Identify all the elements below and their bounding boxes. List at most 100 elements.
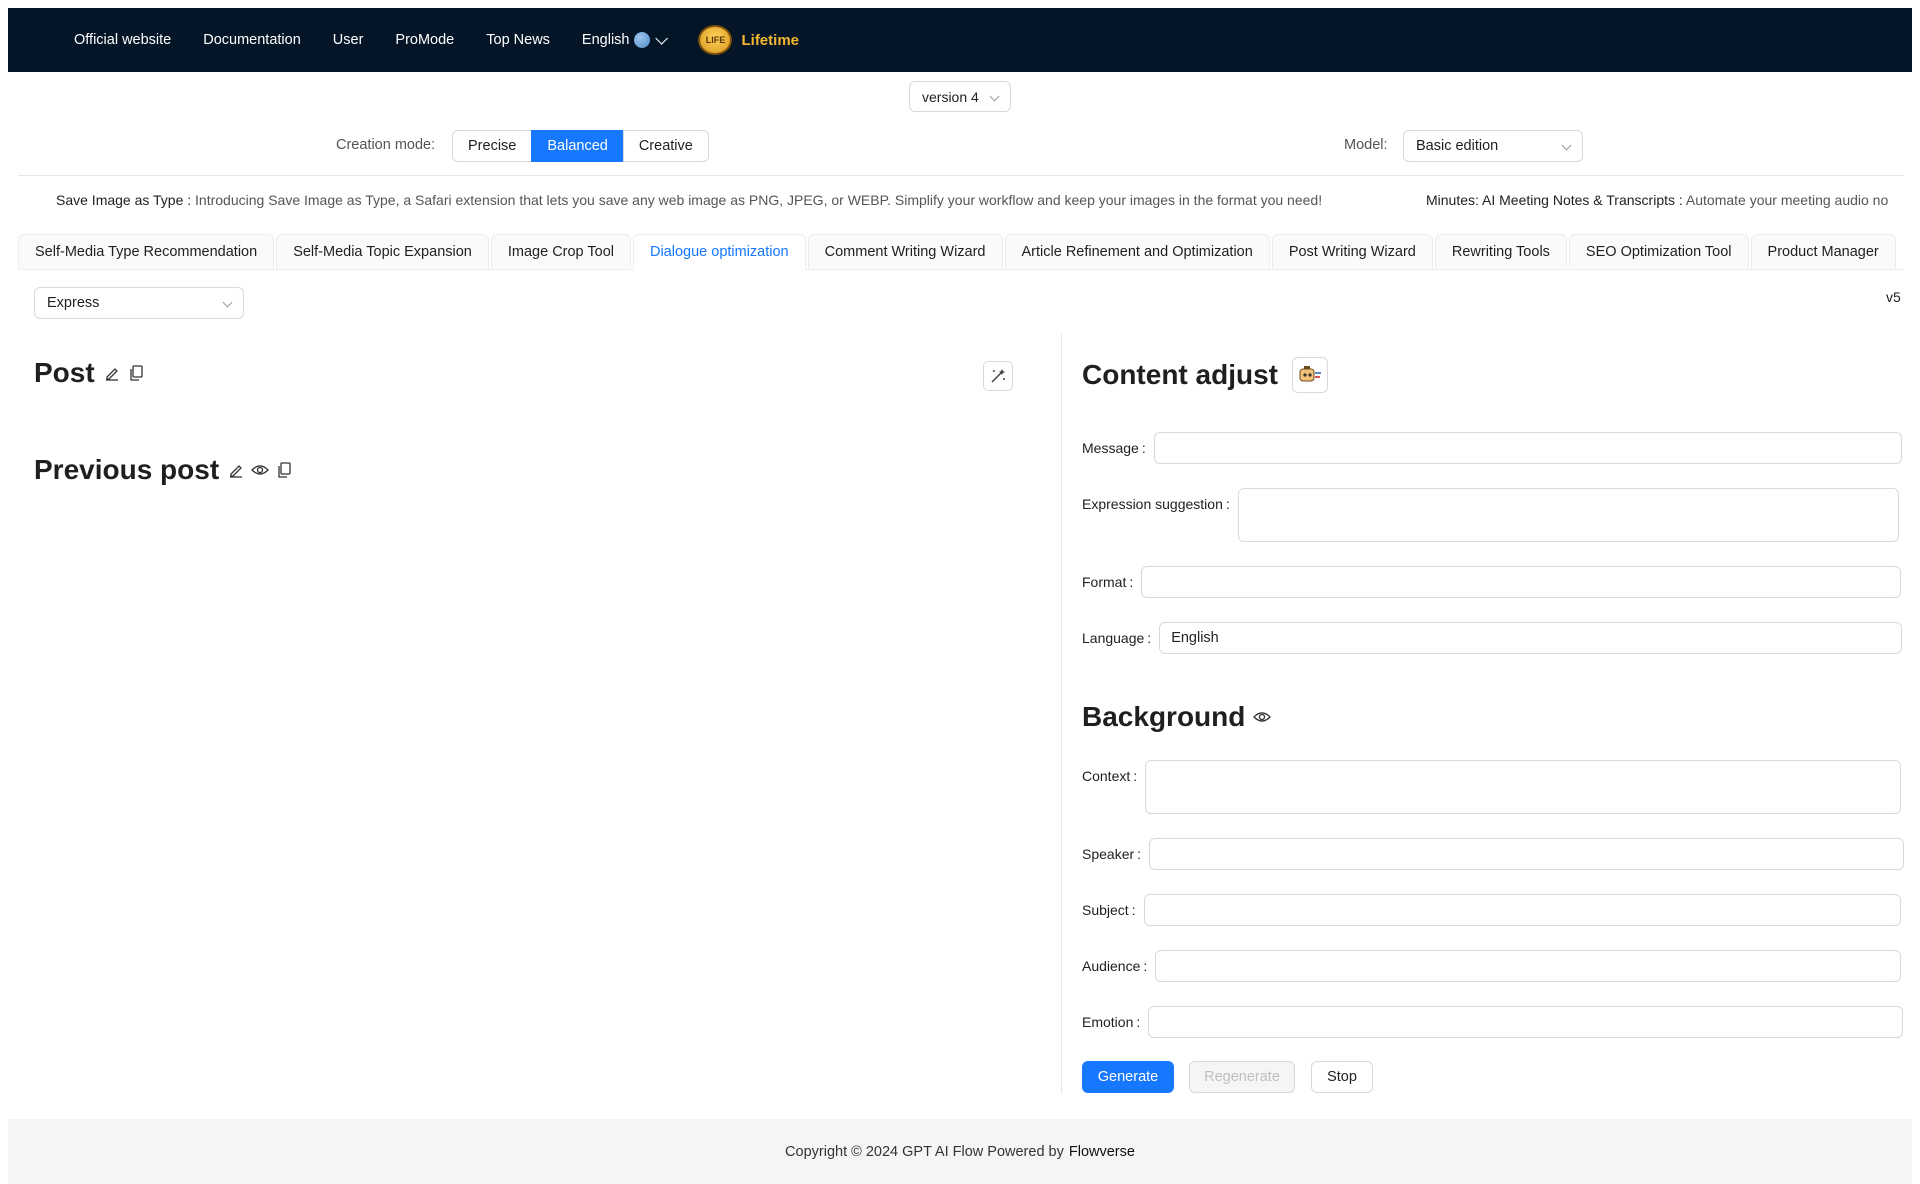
- creation-mode-label: Creation mode:: [336, 137, 436, 153]
- context-row: Context:: [1082, 760, 1902, 814]
- magic-wand-icon: [991, 369, 1005, 383]
- audience-label-text: Audience: [1082, 958, 1141, 974]
- ticker-item[interactable]: Save Image as Type : Introducing Save Im…: [56, 192, 1322, 208]
- model-select-value: Basic edition: [1416, 138, 1499, 154]
- express-select-value: Express: [47, 295, 100, 311]
- robot-icon: [1299, 366, 1321, 382]
- speaker-label-text: Speaker: [1082, 846, 1135, 862]
- subject-label: Subject:: [1082, 902, 1136, 918]
- language-input[interactable]: English: [1159, 622, 1903, 654]
- context-textarea[interactable]: [1145, 760, 1902, 814]
- eye-icon[interactable]: [1253, 708, 1272, 726]
- version-select[interactable]: version 4: [909, 81, 1011, 112]
- content-adjust-heading: Content adjust: [1082, 357, 1328, 393]
- tab-comment-writing-wizard[interactable]: Comment Writing Wizard: [807, 234, 1003, 270]
- tab-self-media-type-recommendation[interactable]: Self-Media Type Recommendation: [18, 234, 275, 270]
- emotion-label-text: Emotion: [1082, 1014, 1134, 1030]
- expression-suggestion-textarea[interactable]: [1237, 488, 1899, 542]
- lifetime-badge-icon[interactable]: LIFE: [698, 25, 733, 55]
- language-selector[interactable]: English: [582, 31, 669, 48]
- lifetime-link[interactable]: Lifetime: [741, 32, 799, 49]
- tab-post-writing-wizard[interactable]: Post Writing Wizard: [1271, 234, 1433, 270]
- footer-brand-link[interactable]: Flowverse: [1069, 1144, 1135, 1160]
- ticker-item-separator: :: [1675, 192, 1686, 208]
- ticker-item-title: Minutes: AI Meeting Notes & Transcripts: [1426, 192, 1675, 208]
- creation-mode-group: Precise Balanced Creative: [452, 130, 709, 162]
- chevron-down-icon: [655, 31, 669, 45]
- emotion-row: Emotion:: [1082, 1006, 1904, 1038]
- format-input[interactable]: [1141, 566, 1902, 598]
- previous-post-heading: Previous post: [34, 454, 299, 486]
- express-select[interactable]: Express: [34, 287, 244, 319]
- tab-seo-optimization-tool[interactable]: SEO Optimization Tool: [1568, 234, 1749, 270]
- audience-input[interactable]: [1155, 950, 1902, 982]
- globe-icon: [634, 32, 651, 48]
- mode-balanced-button[interactable]: Balanced: [531, 130, 624, 162]
- speaker-label: Speaker:: [1082, 846, 1142, 862]
- emotion-label: Emotion:: [1082, 1014, 1141, 1030]
- format-row: Format:: [1082, 566, 1902, 598]
- previous-post-title: Previous post: [34, 454, 220, 485]
- nav-official-website[interactable]: Official website: [74, 32, 171, 48]
- audience-label: Audience:: [1082, 958, 1148, 974]
- expression-suggestion-label-text: Expression suggestion: [1082, 496, 1223, 512]
- background-title: Background: [1082, 701, 1246, 732]
- model-select[interactable]: Basic edition: [1403, 130, 1583, 162]
- tab-dialogue-optimization[interactable]: Dialogue optimization: [632, 234, 806, 270]
- mode-creative-button[interactable]: Creative: [622, 130, 709, 162]
- tab-self-media-topic-expansion[interactable]: Self-Media Topic Expansion: [276, 234, 489, 270]
- language-label-text: Language: [1082, 630, 1145, 646]
- mode-precise-button[interactable]: Precise: [452, 130, 533, 162]
- copy-icon[interactable]: [127, 364, 145, 382]
- message-input[interactable]: [1153, 432, 1902, 464]
- speaker-row: Speaker:: [1082, 838, 1905, 870]
- edit-icon[interactable]: [103, 364, 121, 382]
- content-adjust-image-button[interactable]: [1292, 357, 1328, 393]
- subject-input[interactable]: [1143, 894, 1901, 926]
- tab-image-crop-tool[interactable]: Image Crop Tool: [490, 234, 631, 270]
- nav-user[interactable]: User: [333, 32, 364, 48]
- tab-product-manager[interactable]: Product Manager: [1750, 234, 1896, 270]
- background-heading: Background: [1082, 701, 1277, 733]
- language-row: Language: English: [1082, 622, 1903, 654]
- version-tag: v5: [1886, 289, 1901, 305]
- audience-row: Audience:: [1082, 950, 1902, 982]
- post-heading: Post: [34, 357, 151, 389]
- post-title: Post: [34, 357, 95, 388]
- message-label: Message:: [1082, 440, 1146, 456]
- edit-icon[interactable]: [227, 461, 245, 479]
- expression-suggestion-row: Expression suggestion:: [1082, 488, 1899, 542]
- eye-icon[interactable]: [251, 461, 270, 479]
- ticker-item-desc: Automate your meeting audio no: [1685, 192, 1889, 208]
- tab-article-refinement[interactable]: Article Refinement and Optimization: [1004, 234, 1270, 270]
- ticker-item-title: Save Image as Type: [56, 192, 184, 208]
- nav-promode[interactable]: ProMode: [395, 32, 454, 48]
- model-label: Model:: [1344, 137, 1388, 153]
- ticker-item-separator: :: [183, 192, 196, 208]
- generate-button[interactable]: Generate: [1082, 1061, 1174, 1093]
- top-nav-bar: Official website Documentation User ProM…: [8, 8, 1912, 72]
- panel-divider: [1061, 334, 1062, 1094]
- subject-label-text: Subject: [1082, 902, 1129, 918]
- context-label-text: Context: [1082, 768, 1131, 784]
- language-label: Language:: [1082, 630, 1152, 646]
- copy-icon[interactable]: [275, 461, 293, 479]
- expression-suggestion-label: Expression suggestion:: [1082, 496, 1230, 512]
- nav-documentation[interactable]: Documentation: [203, 32, 301, 48]
- emotion-input[interactable]: [1148, 1006, 1904, 1038]
- speaker-input[interactable]: [1149, 838, 1905, 870]
- nav-top-news[interactable]: Top News: [486, 32, 550, 48]
- stop-button[interactable]: Stop: [1311, 1061, 1373, 1093]
- chevron-down-icon: [1561, 140, 1572, 151]
- subject-row: Subject:: [1082, 894, 1901, 926]
- regenerate-button[interactable]: Regenerate: [1189, 1061, 1295, 1093]
- tab-rewriting-tools[interactable]: Rewriting Tools: [1434, 234, 1567, 270]
- magic-wand-button[interactable]: [983, 361, 1013, 391]
- header-divider: [18, 175, 1904, 176]
- ticker-item[interactable]: Minutes: AI Meeting Notes & Transcripts …: [1426, 192, 1888, 208]
- format-label-text: Format: [1082, 574, 1127, 590]
- news-ticker: Save Image as Type : Introducing Save Im…: [18, 190, 1904, 212]
- footer-copyright: Copyright © 2024 GPT AI Flow Powered by: [785, 1143, 1064, 1160]
- chevron-down-icon: [222, 297, 233, 308]
- chevron-down-icon: [989, 91, 1000, 102]
